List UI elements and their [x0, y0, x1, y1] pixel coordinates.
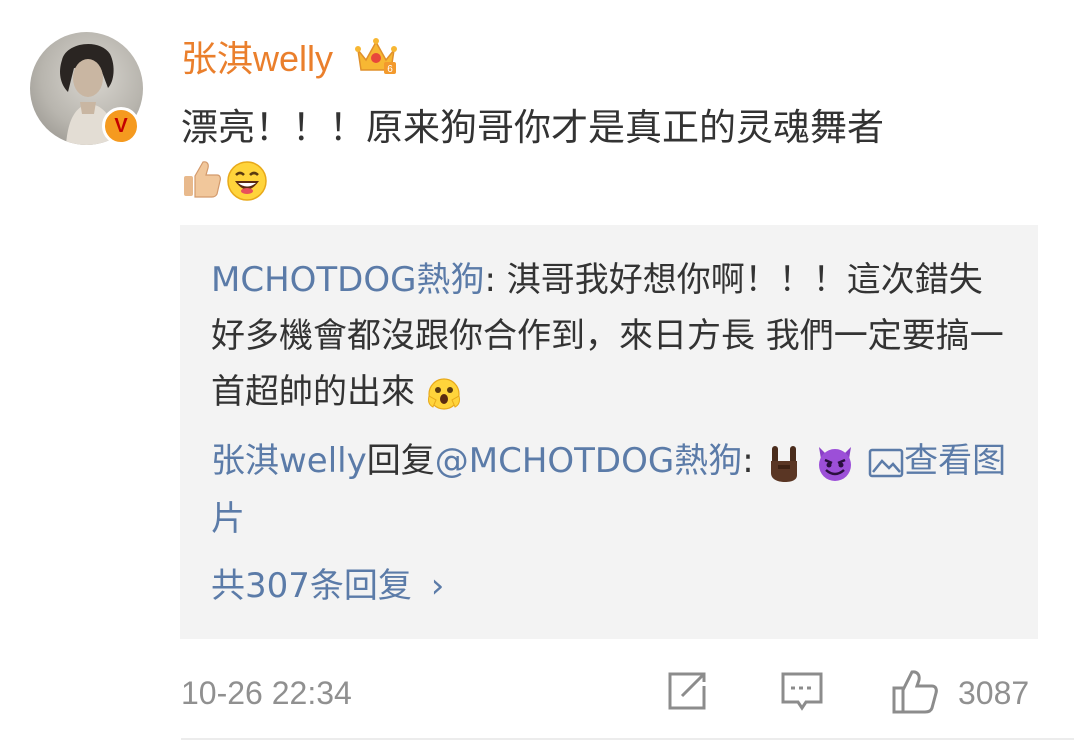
- more-replies-link[interactable]: 共307条回复 ›: [211, 558, 444, 614]
- like-icon[interactable]: [890, 668, 940, 716]
- grinning-face-icon: [227, 161, 267, 201]
- reply-author-link[interactable]: 张淇welly: [211, 441, 367, 481]
- mention-link[interactable]: @MCHOTDOG熱狗: [435, 441, 742, 481]
- verified-badge: V: [102, 107, 140, 145]
- shocked-face-icon: [427, 377, 460, 410]
- comment-username[interactable]: 张淇welly: [181, 32, 333, 86]
- crown-icon: 6: [355, 38, 397, 75]
- image-icon[interactable]: [868, 447, 904, 479]
- comment-timestamp: 10-26 22:34: [181, 675, 352, 711]
- svg-text:6: 6: [387, 64, 393, 75]
- reply-separator: :: [484, 260, 507, 300]
- reply-verb: 回复: [366, 441, 435, 481]
- comment-text: 漂亮！！！原来狗哥你才是真正的灵魂舞者: [181, 106, 884, 149]
- reply-author-link[interactable]: MCHOTDOG熱狗: [211, 260, 484, 300]
- smiling-devil-icon: [819, 446, 852, 481]
- more-replies-label: 共307条回复: [211, 566, 412, 606]
- divider: [181, 738, 1074, 740]
- reply-item[interactable]: MCHOTDOG熱狗: 淇哥我好想你啊！！！這次錯失好多機會都沒跟你合作到，來日…: [211, 252, 1011, 420]
- thumbs-up-icon: [184, 161, 221, 198]
- reply-separator: :: [742, 441, 754, 481]
- chevron-right-icon: ›: [430, 566, 445, 606]
- comment-icon[interactable]: [778, 668, 826, 714]
- share-icon[interactable]: [664, 668, 710, 714]
- like-count: 3087: [958, 675, 1030, 711]
- reply-item[interactable]: 张淇welly回复@MCHOTDOG熱狗: 查看图片: [211, 432, 1011, 548]
- rock-on-hand-icon: [770, 445, 797, 482]
